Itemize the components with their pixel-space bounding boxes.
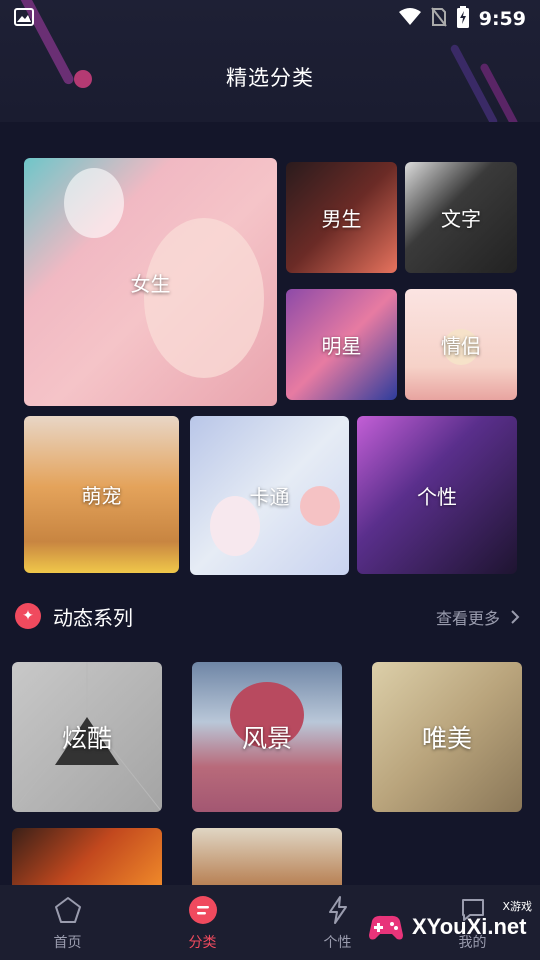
battery-charging-icon xyxy=(456,6,469,32)
nav-label: 个性 xyxy=(323,934,352,951)
category-label: 男生 xyxy=(321,207,362,231)
dynamic-tile-xuanku[interactable]: 炫酷 xyxy=(12,662,162,812)
category-tile-nvsheng[interactable]: 女生 xyxy=(24,158,277,406)
gamepad-logo-icon xyxy=(369,915,403,940)
category-icon xyxy=(187,894,219,926)
nav-item-home[interactable]: 首页 xyxy=(0,885,135,960)
decor-shape xyxy=(300,486,340,526)
see-more-label: 查看更多 xyxy=(435,609,500,628)
category-tile-mengchong[interactable]: 萌宠 xyxy=(24,416,179,573)
gallery-icon xyxy=(14,8,34,30)
see-more-link[interactable]: 查看更多 xyxy=(436,605,520,629)
decor-shape xyxy=(64,168,124,238)
watermark-text: XYouXi.net xyxy=(412,914,527,939)
category-tile-nansheng[interactable]: 男生 xyxy=(286,162,397,273)
nav-label: 分类 xyxy=(188,934,217,951)
section-title: 动态系列 xyxy=(53,606,133,630)
category-label: 个性 xyxy=(417,484,457,509)
category-tile-qinglv[interactable]: 情侣 xyxy=(405,289,517,400)
category-tile-katong[interactable]: 卡通 xyxy=(190,416,349,575)
nav-label: 首页 xyxy=(53,934,82,951)
header-area: 9:59 精选分类 xyxy=(0,0,540,122)
category-label: 女生 xyxy=(130,271,171,296)
category-label: 情侣 xyxy=(441,334,481,358)
no-sim-icon xyxy=(430,7,447,31)
category-tile-wenzi[interactable]: 文字 xyxy=(405,162,517,273)
dynamic-tile-partial[interactable] xyxy=(192,828,342,888)
wifi-icon xyxy=(398,8,421,30)
dynamic-tile-partial[interactable] xyxy=(12,828,162,888)
status-time: 9:59 xyxy=(478,8,526,30)
category-label: 风景 xyxy=(241,724,292,753)
category-tile-mingxing[interactable]: 明星 xyxy=(286,289,397,400)
sparkle-icon: ✦ xyxy=(15,603,41,629)
decor-shape xyxy=(144,218,264,378)
page-title: 精选分类 xyxy=(226,66,314,90)
watermark-small-text: X游戏 xyxy=(502,900,532,913)
category-label: 明星 xyxy=(321,334,362,358)
watermark: XYouXi.net X游戏 xyxy=(366,898,536,956)
category-label: 唯美 xyxy=(421,724,472,753)
chevron-right-icon xyxy=(511,610,520,624)
status-bar: 9:59 xyxy=(0,0,540,38)
lightning-icon xyxy=(322,894,354,926)
category-label: 卡通 xyxy=(249,485,290,509)
dynamic-tile-weimei[interactable]: 唯美 xyxy=(372,662,522,812)
category-tile-gexing[interactable]: 个性 xyxy=(357,416,517,574)
dynamic-tile-fengjing[interactable]: 风景 xyxy=(192,662,342,812)
nav-item-category[interactable]: 分类 xyxy=(135,885,270,960)
category-label: 文字 xyxy=(441,207,481,231)
category-label: 炫酷 xyxy=(61,724,112,753)
pentagon-home-icon xyxy=(52,894,84,926)
category-label: 萌宠 xyxy=(81,484,122,508)
dynamic-section-header: ✦ 动态系列 查看更多 xyxy=(0,596,540,636)
